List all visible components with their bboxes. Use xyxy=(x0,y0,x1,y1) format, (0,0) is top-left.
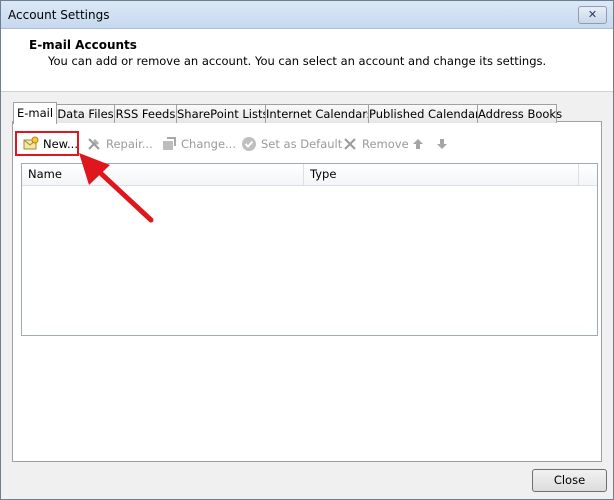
new-button-highlight xyxy=(15,131,79,156)
tab-sharepoint-lists[interactable]: SharePoint Lists xyxy=(176,104,269,123)
page-title: E-mail Accounts xyxy=(29,38,137,52)
window-close-button[interactable]: ✕ xyxy=(578,6,607,24)
move-down-button[interactable] xyxy=(436,132,452,156)
tab-published-calendars[interactable]: Published Calendars xyxy=(368,104,486,123)
account-settings-dialog: Account Settings ✕ E-mail Accounts You c… xyxy=(0,0,614,500)
title-bar: Account Settings ✕ xyxy=(1,1,613,29)
list-header: Name Type xyxy=(22,164,597,186)
repair-button-label: Repair... xyxy=(106,137,153,151)
column-header-name[interactable]: Name xyxy=(22,164,303,185)
tab-email[interactable]: E-mail xyxy=(13,102,57,124)
column-header-type[interactable]: Type xyxy=(304,164,578,185)
repair-button[interactable]: Repair... xyxy=(86,132,153,156)
column-divider xyxy=(578,164,579,185)
remove-button[interactable]: Remove xyxy=(342,132,409,156)
window-title: Account Settings xyxy=(8,8,110,22)
dialog-header: E-mail Accounts You can add or remove an… xyxy=(1,29,613,92)
arrow-down-icon xyxy=(437,139,447,149)
move-up-button[interactable] xyxy=(412,132,428,156)
accounts-list[interactable]: Name Type xyxy=(21,163,598,336)
arrow-up-icon xyxy=(413,139,423,149)
change-button[interactable]: Change... xyxy=(161,132,236,156)
page-subtitle: You can add or remove an account. You ca… xyxy=(48,54,547,68)
change-icon xyxy=(163,137,176,150)
close-button[interactable]: Close xyxy=(532,469,607,492)
change-button-label: Change... xyxy=(181,137,236,151)
tab-internet-calendars[interactable]: Internet Calendars xyxy=(265,104,373,123)
tab-rss-feeds[interactable]: RSS Feeds xyxy=(114,104,177,123)
set-as-default-button[interactable]: Set as Default xyxy=(241,132,342,156)
checkmark-icon xyxy=(242,137,256,151)
set-default-label: Set as Default xyxy=(261,137,343,151)
tab-address-books[interactable]: Address Books xyxy=(477,104,562,123)
tab-data-files[interactable]: Data Files xyxy=(56,104,115,123)
remove-x-icon xyxy=(344,138,356,150)
close-icon: ✕ xyxy=(587,8,598,21)
repair-icon xyxy=(88,138,100,150)
remove-button-label: Remove xyxy=(362,137,409,151)
